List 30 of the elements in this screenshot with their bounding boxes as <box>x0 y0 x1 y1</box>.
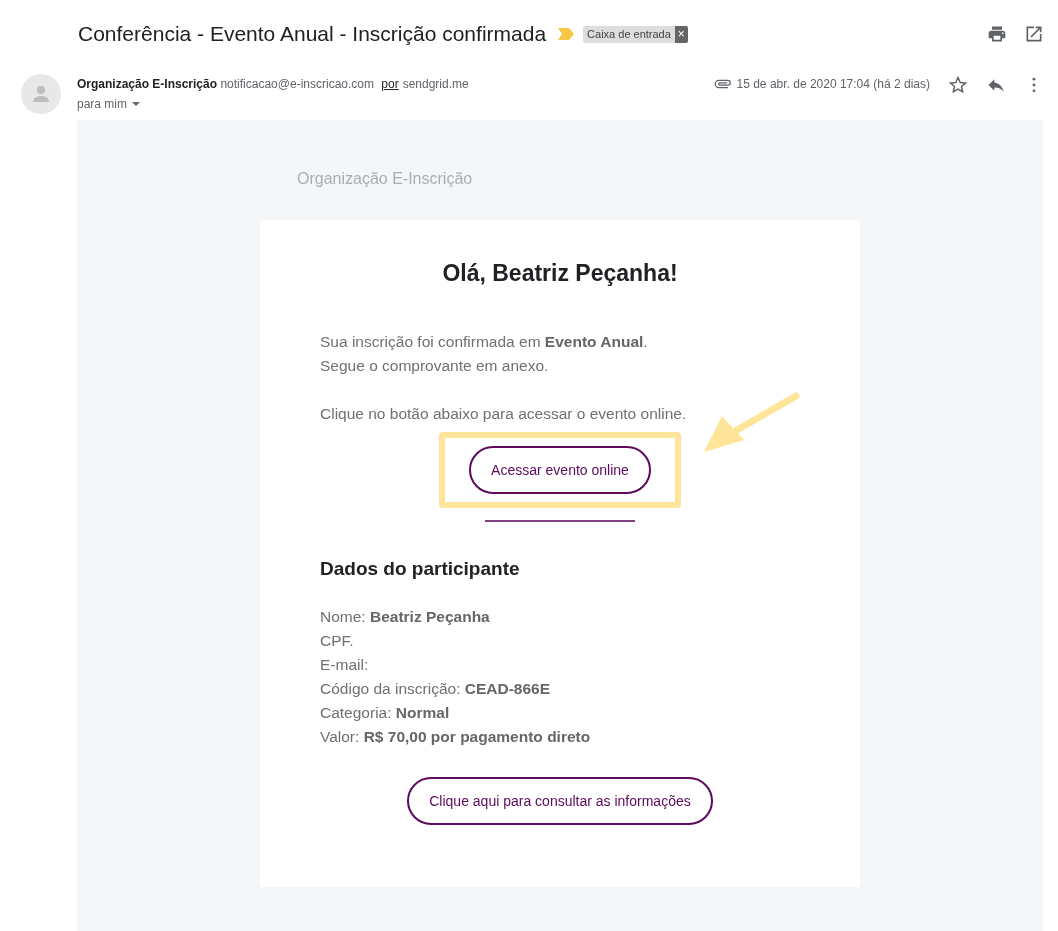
body-text: Segue o comprovante em anexo. <box>320 356 550 376</box>
sender-avatar <box>21 74 61 114</box>
sender-email: notificacao@e-inscricao.com <box>220 77 374 91</box>
detail-line: E-mail: <box>320 655 370 675</box>
access-event-button[interactable]: Acessar evento online <box>469 446 651 494</box>
open-in-new-window-icon[interactable] <box>1024 24 1044 44</box>
via-domain: sendgrid.me <box>402 77 469 91</box>
sender-name: Organização E-Inscrição <box>77 77 218 91</box>
dropdown-caret-icon[interactable] <box>131 101 141 107</box>
detail-line: Código da inscrição: CEAD-866E <box>320 679 552 699</box>
attachment-clip-icon <box>712 77 733 91</box>
greeting-heading: Olá, Beatriz Peçanha! <box>441 260 679 287</box>
brand-name: Organização E-Inscrição <box>297 170 473 189</box>
star-icon[interactable] <box>948 75 968 95</box>
email-date: 15 de abr. de 2020 17:04 (há 2 dias) <box>736 77 930 91</box>
email-subject: Conferência - Evento Anual - Inscrição confirmada <box>78 22 547 46</box>
body-text: Sua inscrição foi confirmada em Evento Anual. <box>320 332 649 352</box>
detail-line: Valor: R$ 70,00 por pagamento direto <box>320 727 592 747</box>
section-heading: Dados do participante <box>320 558 521 580</box>
instruction-text: Clique no botão abaixo para acessar o evento online. <box>320 404 688 424</box>
remove-label-button[interactable]: × <box>674 25 688 43</box>
detail-line: Nome: Beatriz Peçanha <box>320 607 491 627</box>
via-link[interactable]: por <box>381 77 399 91</box>
view-information-button[interactable]: Clique aqui para consultar as informações <box>407 777 713 825</box>
print-icon[interactable] <box>987 24 1007 44</box>
label-text: Caixa de entrada <box>586 27 672 42</box>
importance-marker-icon[interactable] <box>558 28 575 40</box>
detail-line: CPF. <box>320 631 355 651</box>
detail-line: Categoria: Normal <box>320 703 451 723</box>
recipient-text: para mim <box>77 97 127 111</box>
